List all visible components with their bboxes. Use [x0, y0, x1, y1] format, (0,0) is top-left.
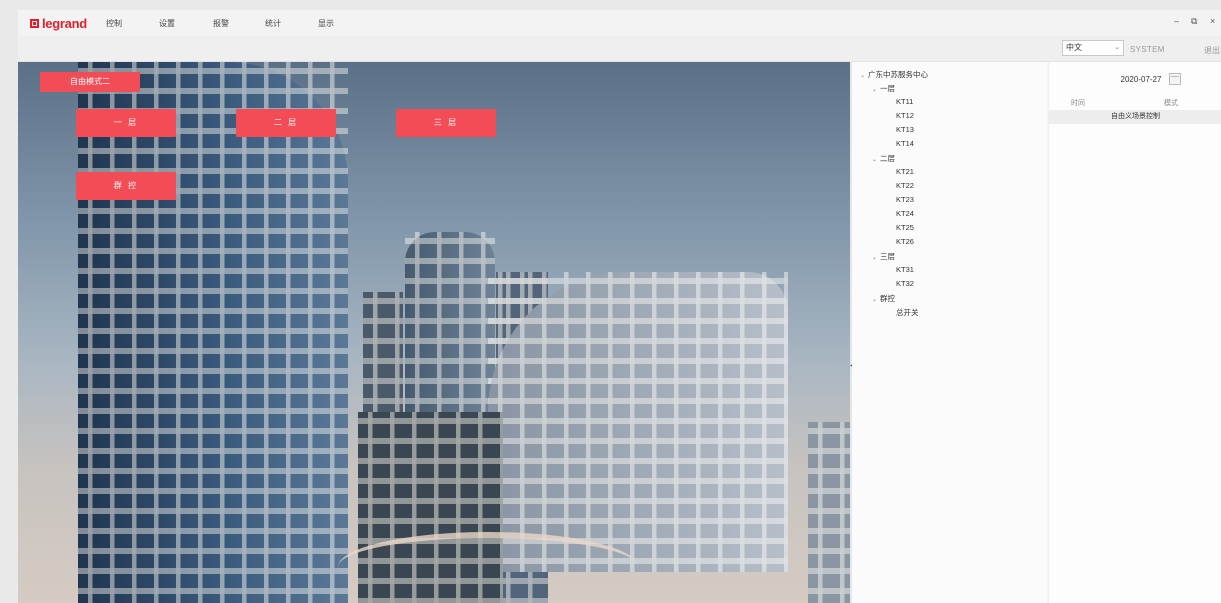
menu-alarm[interactable]: 报警: [213, 18, 229, 29]
legrand-logo: legrand: [30, 15, 87, 31]
chevron-down-icon[interactable]: ⌄: [872, 296, 880, 303]
group-control-button[interactable]: 群 控: [76, 172, 176, 200]
tree-item[interactable]: KT26: [896, 237, 914, 246]
menu-display[interactable]: 显示: [318, 18, 334, 29]
tree-item[interactable]: KT11: [896, 97, 913, 106]
date-field[interactable]: 2020-07-27: [1107, 72, 1175, 88]
calendar-icon[interactable]: [1169, 73, 1181, 85]
tree-item[interactable]: KT12: [896, 111, 914, 120]
tree-item[interactable]: KT21: [896, 167, 914, 176]
app-window: legrand 控制 设置 报警 统计 显示 – ⧉ × 中文 ⌄ SYSTEM…: [18, 10, 1221, 603]
toolbar: 中文 ⌄ SYSTEM 退出: [18, 36, 1221, 62]
column-header-mode: 模式: [1164, 100, 1178, 107]
column-header-time: 时间: [1071, 100, 1085, 107]
curved-tower-shape: [78, 62, 348, 603]
language-select[interactable]: 中文 ⌄: [1062, 40, 1124, 56]
chevron-down-icon: ⌄: [1114, 44, 1120, 51]
logo-mark-icon: [30, 18, 39, 28]
tree-group-group-control[interactable]: ⌄ 群控: [872, 293, 895, 304]
log-panel: 2020-07-27 时间 模式 自由义场景控制: [1048, 62, 1221, 603]
tree-item[interactable]: 总开关: [896, 307, 919, 318]
tree-item[interactable]: KT13: [896, 125, 914, 134]
tree-item[interactable]: KT14: [896, 139, 914, 148]
floor3-button[interactable]: 三 层: [396, 109, 496, 137]
menu-control[interactable]: 控制: [106, 18, 122, 29]
floor2-button[interactable]: 二 层: [236, 109, 336, 137]
tree-group-floor1[interactable]: ⌄ 一层: [872, 83, 895, 94]
tree-group-floor2[interactable]: ⌄ 二层: [872, 153, 895, 164]
office-building-shape: [488, 272, 788, 572]
close-icon[interactable]: ×: [1210, 16, 1215, 26]
tree-item[interactable]: KT24: [896, 209, 914, 218]
tree-item[interactable]: KT32: [896, 279, 914, 288]
chevron-down-icon[interactable]: ⌄: [872, 156, 880, 163]
minimize-icon[interactable]: –: [1174, 16, 1179, 26]
menu-settings[interactable]: 设置: [159, 18, 175, 29]
tree-item[interactable]: KT31: [896, 265, 914, 274]
menu-statistics[interactable]: 统计: [265, 18, 281, 29]
chevron-down-icon[interactable]: ⌄: [872, 86, 880, 93]
logo-text: legrand: [42, 15, 87, 31]
tree-item[interactable]: KT23: [896, 195, 914, 204]
tower-shape: [808, 422, 850, 603]
chevron-down-icon[interactable]: ⌄: [872, 254, 880, 261]
logout-button[interactable]: 退出: [1204, 45, 1220, 56]
building-scene-image: 自由模式二 一 层 二 层 三 层 群 控: [18, 62, 850, 603]
tree-group-floor3[interactable]: ⌄ 三层: [872, 251, 895, 262]
current-user: SYSTEM: [1130, 45, 1165, 54]
log-row[interactable]: 自由义场景控制: [1049, 110, 1221, 124]
tree-item[interactable]: KT22: [896, 181, 914, 190]
mode-button[interactable]: 自由模式二: [40, 72, 140, 92]
device-tree: ⌄ 广东中苏服务中心 ⌄ 一层 KT11 KT12 KT13 KT14 ⌄ 二层 KT…: [852, 62, 1047, 603]
language-value: 中文: [1066, 43, 1082, 52]
chevron-down-icon[interactable]: ⌄: [860, 72, 868, 79]
restore-icon[interactable]: ⧉: [1191, 16, 1197, 27]
tree-root[interactable]: ⌄ 广东中苏服务中心: [860, 69, 928, 80]
tree-item[interactable]: KT25: [896, 223, 914, 232]
road-shape: [338, 532, 638, 602]
floor1-button[interactable]: 一 层: [76, 109, 176, 137]
title-bar: legrand 控制 设置 报警 统计 显示 – ⧉ ×: [18, 10, 1221, 36]
